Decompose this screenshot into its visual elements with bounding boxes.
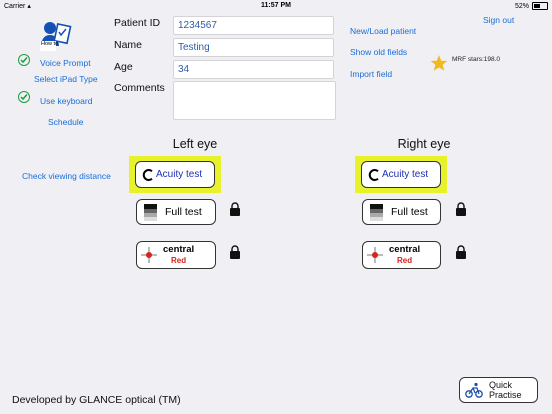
star-icon	[430, 55, 448, 71]
battery-status: 52%	[515, 2, 548, 10]
right-acuity-test-button[interactable]: Acuity test	[361, 161, 441, 188]
left-central-test-button[interactable]: central Red	[136, 241, 216, 269]
right-acuity-label: Acuity test	[382, 169, 429, 180]
quick-practise-button[interactable]: Quick Practise	[459, 377, 538, 403]
voice-prompt-check-icon[interactable]	[18, 54, 30, 66]
landolt-c-icon	[142, 168, 153, 181]
how-to-logo[interactable]: How to	[38, 20, 72, 52]
voice-prompt-link[interactable]: Voice Prompt	[40, 58, 91, 68]
right-central-label: central	[389, 244, 421, 255]
left-acuity-label: Acuity test	[156, 169, 203, 180]
target-icon	[367, 247, 383, 263]
comments-label: Comments	[114, 82, 165, 94]
new-load-patient-link[interactable]: New/Load patient	[350, 26, 416, 36]
left-central-label: central	[163, 244, 195, 255]
left-eye-title: Left eye	[172, 137, 218, 151]
show-old-fields-link[interactable]: Show old fields	[350, 47, 407, 57]
right-central-test-button[interactable]: central Red	[362, 241, 441, 269]
right-full-test-button[interactable]: Full test	[362, 199, 441, 225]
use-keyboard-link[interactable]: Use keyboard	[40, 96, 92, 106]
grayscale-icon	[144, 203, 157, 221]
patient-id-field[interactable]	[173, 16, 334, 35]
left-central-color-label: Red	[171, 256, 187, 265]
patient-id-label: Patient ID	[114, 17, 161, 29]
right-central-color-label: Red	[397, 256, 413, 265]
status-time: 11:57 PM	[261, 2, 291, 9]
lock-icon	[230, 202, 240, 216]
select-ipad-link[interactable]: Select iPad Type	[34, 74, 98, 84]
target-icon	[141, 247, 157, 263]
battery-icon	[532, 2, 548, 10]
name-label: Name	[114, 39, 143, 51]
landolt-c-icon	[368, 168, 379, 181]
comments-field[interactable]	[173, 81, 336, 120]
age-label: Age	[114, 61, 133, 73]
mrf-stars-label: MRF stars:198.0	[452, 56, 501, 63]
lock-icon	[230, 245, 240, 259]
sign-out-link[interactable]: Sign out	[483, 15, 514, 25]
schedule-link[interactable]: Schedule	[48, 117, 83, 127]
age-field[interactable]	[173, 60, 334, 79]
cyclist-icon	[465, 382, 483, 398]
right-eye-title: Right eye	[397, 137, 451, 151]
lock-icon	[456, 245, 466, 259]
lock-icon	[456, 202, 466, 216]
grayscale-icon	[370, 203, 383, 221]
check-viewing-distance-link[interactable]: Check viewing distance	[22, 171, 111, 181]
how-to-icon	[40, 22, 72, 51]
import-field-link[interactable]: Import field	[350, 69, 392, 79]
quick-practise-line2: Practise	[489, 390, 522, 400]
developer-credit: Developed by GLANCE optical (TM)	[12, 394, 181, 406]
status-bar: Carrier ▴ 11:57 PM 52%	[0, 0, 552, 12]
logo-text: How to	[41, 41, 59, 47]
left-full-label: Full test	[165, 206, 202, 218]
left-full-test-button[interactable]: Full test	[136, 199, 216, 225]
left-acuity-test-button[interactable]: Acuity test	[135, 161, 215, 188]
name-field[interactable]	[173, 38, 334, 57]
quick-practise-line1: Quick	[489, 380, 513, 390]
use-keyboard-check-icon[interactable]	[18, 91, 30, 103]
right-full-label: Full test	[391, 206, 428, 218]
